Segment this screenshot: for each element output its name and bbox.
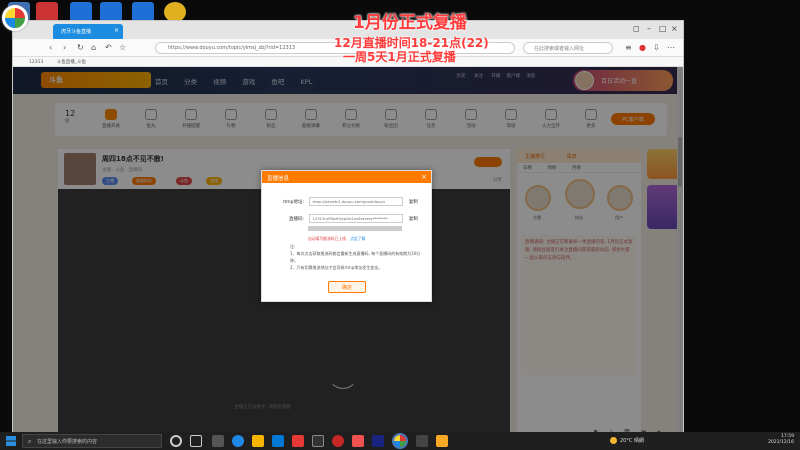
learn-more-link[interactable]: 点此了解 <box>350 236 365 241</box>
browser-logo-icon[interactable] <box>2 5 28 31</box>
app-icon[interactable] <box>352 435 364 447</box>
key-field[interactable]: 12313ryE5pHQepGe1xsSecretv******** <box>309 214 404 223</box>
home-icon[interactable]: ⌂ <box>91 43 96 52</box>
auto-fill-tip: 自动填写推流码已上线, 点此了解 <box>308 236 365 242</box>
steam-icon[interactable] <box>372 435 384 447</box>
overlay-line3: 一周5天1月正式复播 <box>343 50 456 64</box>
copy-rtmp-button[interactable]: 复制 <box>409 199 418 205</box>
key-row: 直播码: 12313ryE5pHQepGe1xsSecretv******** … <box>276 214 426 223</box>
auto-fill-tip-text: 自动填写推流码已上线, <box>308 236 348 241</box>
edge-icon[interactable] <box>232 435 244 447</box>
weather-text: 20°C 晴朗 <box>620 438 644 444</box>
shield-icon[interactable]: ◻ <box>633 24 640 33</box>
live-info-dialog: 直播信息 × rtmp地址: rtmp://sendtc1.douyu.com/… <box>261 170 432 302</box>
note-item: 2、只有切换推流地址才会导致rtmp地址发生变化。 <box>290 265 383 270</box>
dialog-notes: 注: 1、每次点击获取推流码都会重新生成直播码, 每个直播码的有效期为10分钟。… <box>290 243 426 271</box>
key-label: 直播码: <box>288 217 304 222</box>
menu-icon[interactable]: ≡ <box>625 43 632 52</box>
sun-icon <box>610 437 617 444</box>
tab-title: 虎牙斗鱼直播 <box>61 29 92 35</box>
task-view-icon[interactable] <box>190 435 202 447</box>
desktop-app-icon[interactable] <box>132 2 154 22</box>
undo-icon[interactable]: ↶ <box>105 43 112 52</box>
rtmp-label: rtmp地址: <box>282 200 304 205</box>
star-icon[interactable]: ☆ <box>119 43 126 52</box>
system-clock[interactable]: 17:59 2021/12/16 <box>768 434 794 446</box>
app-icon[interactable] <box>332 435 344 447</box>
cortana-icon[interactable] <box>170 435 182 447</box>
app-icon[interactable] <box>212 435 224 447</box>
browser-tab[interactable]: 虎牙斗鱼直播 × <box>53 24 123 39</box>
settings-icon[interactable]: ⋯ <box>667 43 675 52</box>
note-item: 1、每次点击获取推流码都会重新生成直播码, 每个直播码的有效期为10分钟。 <box>290 251 421 263</box>
clock-date: 2021/12/16 <box>768 440 794 445</box>
reload-icon[interactable]: ↻ <box>77 43 84 52</box>
rtmp-field[interactable]: rtmp://sendtc1.douyu.com/pushdouyu <box>309 197 404 206</box>
close-window-icon[interactable]: × <box>671 24 678 33</box>
desktop-app-icon[interactable] <box>36 2 58 22</box>
app-icon[interactable] <box>416 435 428 447</box>
bookmark-item[interactable]: 12313 <box>29 60 43 65</box>
windows-start-icon[interactable] <box>6 436 16 446</box>
app-icon[interactable] <box>312 435 324 447</box>
extension-icon[interactable]: ● <box>639 43 646 52</box>
search-placeholder: 在此搜索或者输入网址 <box>534 46 585 52</box>
search-icon: ⌕ <box>28 438 32 445</box>
desktop-app-icon[interactable] <box>100 2 122 22</box>
bookmark-item[interactable]: 斗鱼直播_斗鱼 <box>57 60 86 65</box>
app-icon[interactable] <box>436 435 448 447</box>
ok-button[interactable]: 确定 <box>328 281 366 293</box>
search-input[interactable]: 在此搜索或者输入网址 <box>523 42 613 54</box>
url-text: https://www.douyu.com/topic/ylmsj_zbj?ri… <box>168 45 296 51</box>
overlay-line1: 1月份正式复播 <box>353 13 467 33</box>
browser-360-icon[interactable] <box>392 433 408 449</box>
notes-title: 注: <box>290 244 296 249</box>
download-icon[interactable]: ⇩ <box>653 43 660 52</box>
forward-icon[interactable]: › <box>63 43 66 52</box>
maximize-icon[interactable]: □ <box>659 24 667 33</box>
close-icon[interactable]: × <box>421 173 427 181</box>
dialog-title: 直播信息 <box>267 176 290 182</box>
taskbar-search-text: 在这里输入你要搜索的内容 <box>37 439 98 445</box>
app-icon[interactable] <box>292 435 304 447</box>
copy-key-button[interactable]: 复制 <box>409 216 418 222</box>
desktop-app-icon[interactable] <box>70 2 92 22</box>
dialog-header: 直播信息 × <box>262 171 431 183</box>
taskbar: ⌕ 在这里输入你要搜索的内容 20°C 晴朗 17:59 2021/12/16 <box>0 432 800 450</box>
key-mask-bar <box>308 226 402 231</box>
minimize-icon[interactable]: – <box>647 24 651 33</box>
back-icon[interactable]: ‹ <box>49 43 52 52</box>
desktop-app-icon[interactable] <box>164 2 186 22</box>
rtmp-row: rtmp地址: rtmp://sendtc1.douyu.com/pushdou… <box>276 197 426 206</box>
close-icon[interactable]: × <box>114 27 119 34</box>
taskbar-search[interactable]: ⌕ 在这里输入你要搜索的内容 <box>22 434 162 448</box>
weather-widget[interactable]: 20°C 晴朗 <box>610 437 644 444</box>
store-icon[interactable] <box>272 435 284 447</box>
folder-icon[interactable] <box>252 435 264 447</box>
